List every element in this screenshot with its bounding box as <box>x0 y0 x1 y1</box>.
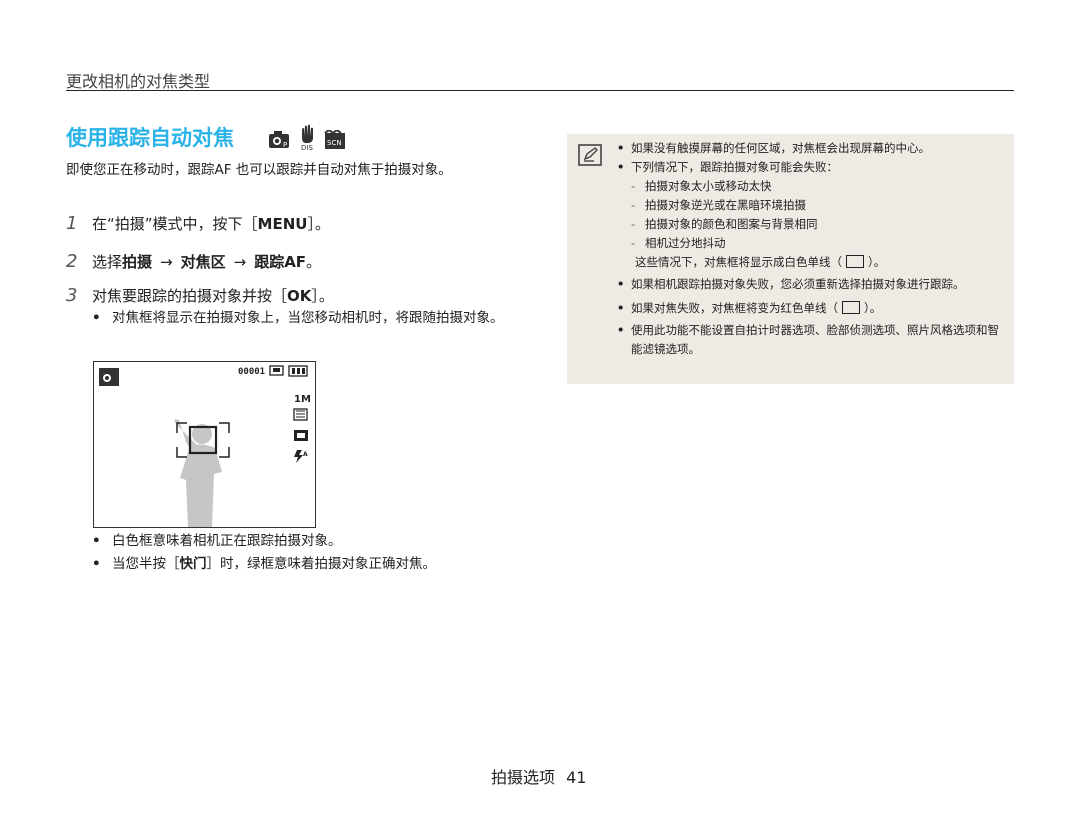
note-icon <box>578 144 602 166</box>
step-text-end: ］。 <box>311 287 334 305</box>
dual-is-mode-icon: DIS <box>301 124 313 150</box>
quality-icon <box>293 408 308 421</box>
list-item: • 当您半按［快门］时，绿框意味着拍摄对象正确对焦。 <box>92 553 522 576</box>
ok-key: OK <box>287 287 312 305</box>
photo-size-label: 1M <box>294 394 311 405</box>
intro-text: 即使您正在移动时，跟踪AF 也可以跟踪并自动对焦于拍摄对象。 <box>66 162 452 178</box>
bullet-text-end: ］时，绿框意味着拍摄对象正确对焦。 <box>206 556 437 572</box>
step-text: 对焦要跟踪的拍摄对象并按［ <box>92 287 288 305</box>
step-2: 2 选择 拍摄 → 对焦区 → 跟踪AF 。 <box>66 251 321 272</box>
note-item-tail: 这些情况下，对焦框将显示成白色单线（ ）。 <box>617 253 1002 272</box>
step-3: 3 对焦要跟踪的拍摄对象并按［ OK ］。 <box>66 285 334 306</box>
bullet-text: 当您半按［ <box>112 556 180 572</box>
note-subitem-text: 相机过分地抖动 <box>645 236 726 250</box>
program-mode-icon: P <box>269 131 289 149</box>
note-text: 使用此功能不能设置自拍计时器选项、脸部侦测选项、照片风格选项和智能滤镜选项。 <box>631 323 999 356</box>
bullet: • <box>92 533 101 549</box>
shot-counter: 00001 <box>238 367 265 377</box>
bottom-bullets: • 白色框意味着相机正在跟踪拍摄对象。 • 当您半按［快门］时，绿框意味着拍摄对… <box>92 530 522 576</box>
note-text-end: ）。 <box>864 301 882 315</box>
metering-icon <box>294 430 308 441</box>
step-text-end: ］。 <box>307 215 330 233</box>
svg-text:A: A <box>303 451 308 458</box>
camera-screen-graphic: 00001 1M A <box>99 365 311 527</box>
program-mode-icon <box>99 368 119 386</box>
menu-key: MENU <box>257 215 308 233</box>
list-item: • 白色框意味着相机正在跟踪拍摄对象。 <box>92 530 522 553</box>
note-subitem: - 拍摄对象太小或移动太快 <box>617 177 1002 196</box>
footer-label: 拍摄选项 <box>491 768 556 787</box>
note-item: • 如果对焦失败，对焦框将变为红色单线（）。 <box>617 301 882 315</box>
page-footer: 拍摄选项 41 <box>491 764 586 788</box>
note-subitem: - 拍摄对象的颜色和图案与背景相同 <box>617 215 1002 234</box>
note-subitem: - 拍摄对象逆光或在黑暗环境拍摄 <box>617 196 1002 215</box>
menu-path-item: 跟踪AF <box>254 253 307 271</box>
note-text: 这些情况下，对焦框将显示成白色单线（ <box>635 255 842 269</box>
note-text: 如果相机跟踪拍摄对象失败，您必须重新选择拍摄对象进行跟踪。 <box>631 277 965 291</box>
note-item: • 下列情况下，跟踪拍摄对象可能会失败： <box>617 158 1002 177</box>
camera-screen: 00001 1M A <box>93 361 316 528</box>
step-number: 2 <box>66 251 78 272</box>
white-frame-icon <box>846 255 864 268</box>
note-subitem-text: 拍摄对象太小或移动太快 <box>645 179 772 193</box>
memory-card-icon <box>269 365 284 376</box>
note-subitem: - 相机过分地抖动 <box>617 234 1002 253</box>
note-item: • 如果相机跟踪拍摄对象失败，您必须重新选择拍摄对象进行跟踪。 <box>617 275 1002 294</box>
note-item: • 使用此功能不能设置自拍计时器选项、脸部侦测选项、照片风格选项和智能滤镜选项。 <box>617 321 1002 359</box>
page-heading: 使用跟踪自动对焦 <box>66 126 234 150</box>
note-content: • 如果没有触摸屏幕的任何区域，对焦框会出现屏幕的中心。 • 下列情况下，跟踪拍摄对… <box>617 139 1002 359</box>
svg-text:SCN: SCN <box>327 139 342 147</box>
arrow: → <box>160 253 173 271</box>
red-frame-icon <box>842 301 860 314</box>
bullet-text: 白色框意味着相机正在跟踪拍摄对象。 <box>112 533 342 549</box>
section-divider <box>66 90 1014 91</box>
note-text-end: ）。 <box>868 255 886 269</box>
arrow: → <box>233 253 247 271</box>
note-subitem-text: 拍摄对象的颜色和图案与背景相同 <box>645 217 818 231</box>
note-box: • 如果没有触摸屏幕的任何区域，对焦框会出现屏幕的中心。 • 下列情况下，跟踪拍摄对… <box>567 134 1014 384</box>
step-number: 1 <box>66 213 78 234</box>
bullet: • <box>92 310 101 326</box>
note-text: 对焦框将显示在拍摄对象上，当您移动相机时，将跟随拍摄对象。 <box>112 310 504 326</box>
note-text: 如果没有触摸屏幕的任何区域，对焦框会出现屏幕的中心。 <box>631 141 930 155</box>
note-text: 如果对焦失败，对焦框将变为红色单线（ <box>631 301 838 315</box>
svg-text:DIS: DIS <box>301 144 313 150</box>
step-number: 3 <box>66 285 78 306</box>
subject-silhouette <box>174 419 222 527</box>
note-subitem-text: 拍摄对象逆光或在黑暗环境拍摄 <box>645 198 806 212</box>
step-text-end: 。 <box>306 253 322 271</box>
mode-icons: P DIS SCN <box>268 124 346 150</box>
menu-path-item: 拍摄 <box>122 253 153 271</box>
page-number: 41 <box>566 768 587 787</box>
step-text: 在“拍摄”模式中，按下［ <box>92 215 258 233</box>
flash-auto-icon: A <box>294 450 308 463</box>
note-item: • 如果没有触摸屏幕的任何区域，对焦框会出现屏幕的中心。 <box>617 139 1002 158</box>
step-text: 选择 <box>92 253 123 271</box>
svg-text:P: P <box>283 141 287 149</box>
battery-icon <box>288 365 308 377</box>
shutter-key: 快门 <box>179 556 207 572</box>
step-1: 1 在“拍摄”模式中，按下［ MENU ］。 <box>66 213 330 234</box>
note-text: 下列情况下，跟踪拍摄对象可能会失败： <box>631 160 838 174</box>
bullet: • <box>92 556 101 572</box>
scene-mode-icon: SCN <box>324 130 345 149</box>
menu-path-item: 对焦区 <box>180 253 226 271</box>
section-title: 更改相机的对焦类型 <box>66 72 211 91</box>
step-3-note: • 对焦框将显示在拍摄对象上，当您移动相机时，将跟随拍摄对象。 <box>92 308 512 328</box>
